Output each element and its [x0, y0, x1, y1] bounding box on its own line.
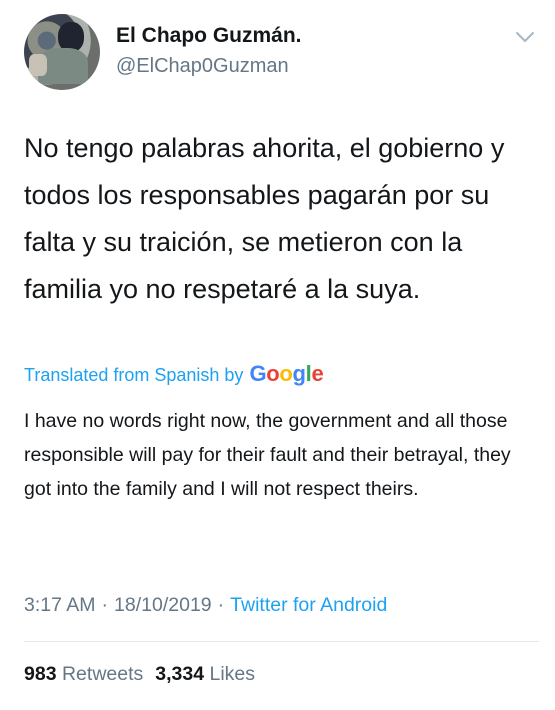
retweets-label: Retweets — [61, 663, 144, 685]
tweet-header: El Chapo Guzmán. @ElChap0Guzman — [24, 14, 539, 94]
avatar[interactable] — [24, 14, 100, 90]
tweet-date[interactable]: 18/10/2019 — [114, 594, 212, 616]
google-logo: Google — [249, 361, 324, 386]
tweet-source-link[interactable]: Twitter for Android — [230, 594, 387, 616]
likes-stat[interactable]: 3,334 Likes — [155, 663, 255, 685]
retweets-count: 983 — [24, 663, 57, 685]
avatar-photo-shape — [29, 54, 47, 76]
divider — [24, 641, 539, 642]
tweet-time[interactable]: 3:17 AM — [24, 594, 96, 616]
meta-separator: · — [217, 594, 225, 616]
display-name[interactable]: El Chapo Guzmán. — [116, 24, 302, 48]
retweets-stat[interactable]: 983 Retweets — [24, 663, 143, 685]
tweet-meta: 3:17 AM · 18/10/2019 · Twitter for Android — [24, 594, 387, 617]
likes-count: 3,334 — [155, 663, 205, 685]
likes-label: Likes — [209, 663, 256, 685]
translated-from-link[interactable]: Translated from Spanish by Google — [24, 361, 324, 387]
translation-text: I have no words right now, the governmen… — [24, 410, 511, 500]
chevron-down-icon[interactable] — [515, 30, 535, 44]
tweet-text: No tengo palabras ahorita, el gobierno y… — [24, 133, 505, 304]
user-handle[interactable]: @ElChap0Guzman — [116, 55, 289, 78]
meta-separator: · — [101, 594, 109, 616]
translated-from-label: Translated from Spanish by — [24, 365, 244, 385]
tweet-stats: 983 Retweets 3,334 Likes — [24, 663, 255, 686]
